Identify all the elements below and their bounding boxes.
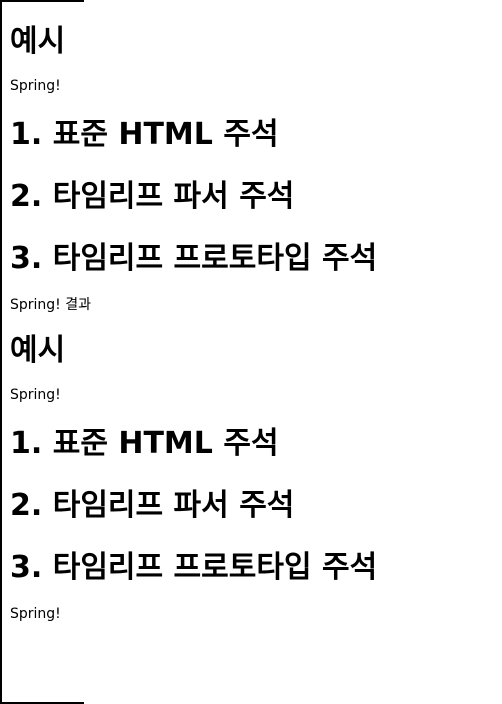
heading-standard-html-comment: 1. 표준 HTML 주석 [10, 426, 279, 461]
heading-thymeleaf-parser-comment: 2. 타임리프 파서 주석 [10, 179, 295, 214]
render-section-first: 예시 Spring! 1. 표준 HTML 주석 2. 타임리프 파서 주석 3… [10, 24, 500, 313]
heading-thymeleaf-prototype-comment: 3. 타임리프 프로토타입 주석 [10, 241, 378, 276]
spring-end-text: Spring! [10, 606, 61, 622]
spring-text: Spring! [10, 78, 61, 94]
section-title: 예시 [10, 24, 66, 59]
heading-thymeleaf-parser-comment: 2. 타임리프 파서 주석 [10, 488, 295, 523]
render-section-second: 예시 Spring! 1. 표준 HTML 주석 2. 타임리프 파서 주석 3… [10, 333, 500, 622]
page-content: 예시 Spring! 1. 표준 HTML 주석 2. 타임리프 파서 주석 3… [10, 0, 500, 622]
section-title: 예시 [10, 333, 66, 368]
frame-left-line [0, 0, 2, 704]
spring-text: Spring! [10, 387, 61, 403]
heading-thymeleaf-prototype-comment: 3. 타임리프 프로토타입 주석 [10, 550, 378, 585]
heading-standard-html-comment: 1. 표준 HTML 주석 [10, 117, 279, 152]
spring-result-text: Spring! 결과 [10, 297, 92, 313]
